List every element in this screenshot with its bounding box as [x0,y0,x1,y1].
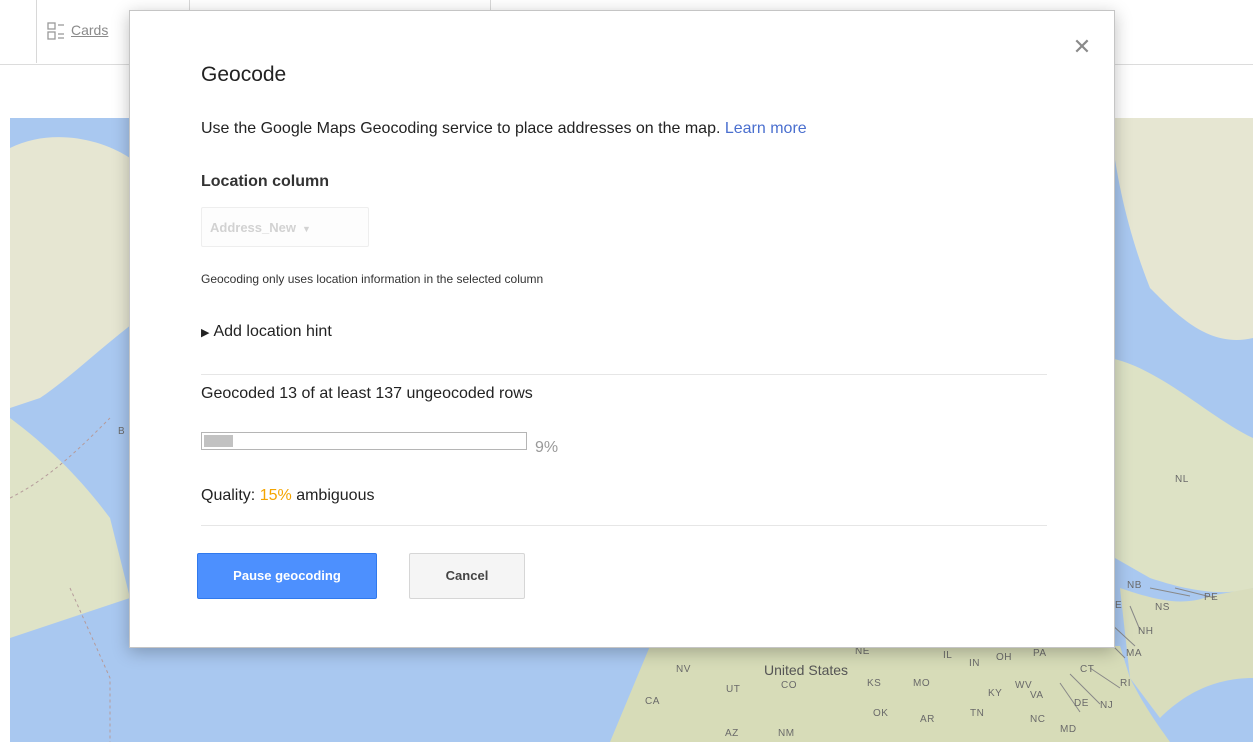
quality-suffix: ambiguous [296,487,375,504]
learn-more-link[interactable]: Learn more [725,120,807,137]
location-column-select[interactable]: Address_New ▼ [201,207,369,247]
dialog-description: Use the Google Maps Geocoding service to… [201,120,807,138]
map-label-md: MD [1060,724,1077,735]
map-label-oh: OH [996,652,1012,663]
map-label-ok: OK [873,708,889,719]
cards-icon [47,22,64,40]
map-label-ky: KY [988,688,1003,699]
map-label-mo: MO [913,678,931,689]
chevron-down-icon: ▼ [301,224,311,234]
geocode-status: Geocoded 13 of at least 137 ungeocoded r… [201,385,533,402]
map-label-pa: PA [1033,648,1047,659]
map-label-ut: UT [726,684,741,695]
progress-fill [204,435,233,447]
tab-cards-label: Cards [71,22,109,38]
description-text: Use the Google Maps Geocoding service to… [201,120,721,137]
map-label-de: DE [1074,698,1089,709]
location-column-label: Location column [201,173,329,190]
map-label-nj: NJ [1100,700,1114,711]
map-label-il: IL [943,650,953,661]
geocode-progress-bar [201,432,527,450]
map-label-nb: NB [1127,580,1142,591]
add-location-hint-toggle[interactable]: ▶ Add location hint [201,323,332,341]
map-label-ks: KS [867,678,882,689]
add-location-hint-label: Add location hint [213,323,332,340]
map-label-ar: AR [920,714,935,725]
map-label-tn: TN [970,708,985,719]
map-label-pe: PE [1204,592,1219,603]
location-help-text: Geocoding only uses location information… [201,272,544,286]
progress-percent: 9% [535,439,559,456]
quality-percent: 15% [259,487,292,504]
map-label-ct: CT [1080,664,1095,675]
map-label-nv: NV [676,664,691,675]
dialog-title: Geocode [201,63,287,86]
map-label-ri: RI [1120,678,1131,689]
map-label-nl: NL [1175,474,1189,485]
divider-bottom [201,525,1047,526]
map-label-ca: CA [645,696,660,707]
quality-prefix: Quality: [201,487,256,504]
map-label-in: IN [969,658,980,669]
triangle-right-icon: ▶ [201,327,210,339]
map-label-nh: NH [1138,626,1154,637]
quality-readout: Quality: 15% ambiguous [201,487,374,505]
map-label-va: VA [1030,690,1044,701]
map-label-e: E [1115,600,1123,611]
map-label-nm: NM [778,728,795,739]
map-label-b: B [118,426,126,437]
close-icon[interactable]: ✕ [1070,35,1094,59]
map-label-ma: MA [1126,648,1142,659]
location-column-value: Address_New [210,220,296,235]
map-label-united-states: United States [764,662,849,678]
cancel-button[interactable]: Cancel [409,553,525,599]
map-label-co: CO [781,680,797,691]
map-label-nc: NC [1030,714,1046,725]
map-label-ns: NS [1155,602,1170,613]
pause-geocoding-button[interactable]: Pause geocoding [197,553,377,599]
divider-top [201,374,1047,375]
map-label-az: AZ [725,728,739,739]
geocode-dialog: ✕ Geocode Use the Google Maps Geocoding … [129,10,1115,648]
